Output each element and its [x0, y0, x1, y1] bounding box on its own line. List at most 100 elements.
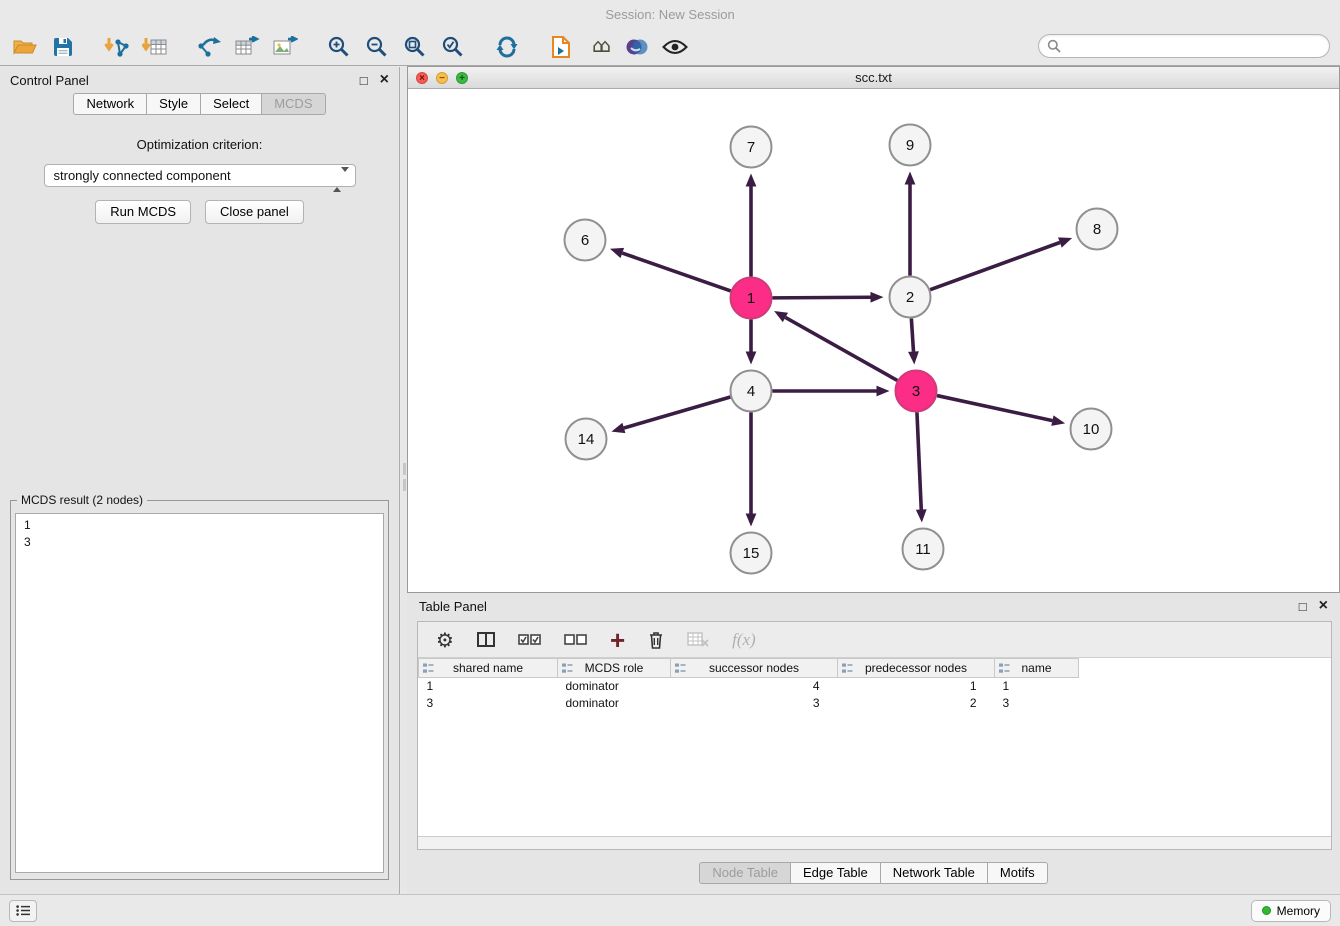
network-node-4[interactable]: 4	[731, 371, 772, 412]
table-cell[interactable]: dominator	[558, 695, 671, 712]
table-cell[interactable]: 1	[419, 678, 558, 695]
network-node-10[interactable]: 10	[1071, 409, 1112, 450]
export-table-button[interactable]	[228, 31, 266, 63]
delete-row-button[interactable]	[648, 631, 664, 649]
open-session-button[interactable]	[6, 31, 44, 63]
optimization-criterion-label: Optimization criterion:	[0, 137, 399, 152]
import-table-button[interactable]	[136, 31, 174, 63]
save-session-button[interactable]	[44, 31, 82, 63]
node-label: 8	[1093, 221, 1101, 238]
network-node-6[interactable]: 6	[565, 220, 606, 261]
table-row[interactable]: 1dominator411	[419, 678, 1332, 695]
table-cell[interactable]: 1	[838, 678, 995, 695]
search-box[interactable]	[1038, 34, 1330, 58]
network-edge-3-1[interactable]	[785, 317, 897, 380]
network-edge-4-14[interactable]	[624, 397, 730, 428]
node-label: 1	[747, 290, 755, 307]
close-panel-button[interactable]: ×	[380, 72, 389, 88]
close-panel-button-mcds[interactable]: Close panel	[205, 200, 304, 224]
table-horizontal-scrollbar[interactable]	[418, 836, 1331, 849]
network-node-9[interactable]: 9	[890, 125, 931, 166]
network-edge-2-8[interactable]	[930, 242, 1060, 289]
network-node-8[interactable]: 8	[1077, 209, 1118, 250]
optimization-criterion-select[interactable]: strongly connected component	[44, 164, 356, 187]
zoom-out-button[interactable]	[358, 31, 396, 63]
apply-preferred-layout-button[interactable]	[488, 31, 526, 63]
tab-edge-table[interactable]: Edge Table	[790, 862, 881, 884]
search-input[interactable]	[1067, 39, 1321, 54]
column-header-shared-name[interactable]: shared name	[419, 659, 558, 678]
network-canvas[interactable]: 7 9 6 8 1 2 4 3 14 10 15 11	[408, 89, 1339, 592]
table-cell[interactable]: 2	[838, 695, 995, 712]
optimization-criterion-value: strongly connected component	[54, 168, 231, 183]
zoom-selected-button[interactable]	[434, 31, 472, 63]
network-edge-3-11[interactable]	[917, 412, 921, 509]
table-cell[interactable]: 1	[995, 678, 1079, 695]
tab-network-table[interactable]: Network Table	[880, 862, 988, 884]
import-network-button[interactable]	[98, 31, 136, 63]
function-builder-button[interactable]: f(x)	[732, 630, 756, 650]
edge-arrowhead	[908, 351, 919, 364]
table-cell[interactable]: dominator	[558, 678, 671, 695]
memory-button[interactable]: Memory	[1251, 900, 1331, 922]
zoom-fit-button[interactable]	[396, 31, 434, 63]
columns-icon	[477, 632, 495, 647]
column-header-successor-nodes[interactable]: successor nodes	[671, 659, 838, 678]
float-table-panel-button[interactable]: □	[1299, 600, 1307, 613]
export-web-page-button[interactable]	[542, 31, 580, 63]
delete-table-icon	[687, 632, 709, 647]
network-node-2[interactable]: 2	[890, 277, 931, 318]
network-edge-2-3[interactable]	[911, 318, 913, 351]
column-header-name[interactable]: name	[995, 659, 1079, 678]
sort-icon	[842, 663, 853, 677]
table-cell[interactable]: 4	[671, 678, 838, 695]
folder-open-icon	[12, 37, 38, 57]
table-cell[interactable]: 3	[419, 695, 558, 712]
network-node-1[interactable]: 1	[731, 278, 772, 319]
show-hide-button[interactable]	[656, 31, 694, 63]
network-node-11[interactable]: 11	[903, 529, 944, 570]
tab-select[interactable]: Select	[200, 93, 262, 115]
add-row-button[interactable]: +	[610, 630, 625, 650]
node-label: 7	[747, 139, 755, 156]
export-image-button[interactable]	[266, 31, 304, 63]
network-node-7[interactable]: 7	[731, 127, 772, 168]
table-settings-button[interactable]: ⚙	[436, 630, 454, 650]
table-row[interactable]: 3dominator323	[419, 695, 1332, 712]
cybrowser-home-button[interactable]: ⌂⌂	[580, 31, 618, 63]
network-edge-1-2[interactable]	[772, 297, 870, 298]
table-cell-filler	[1079, 695, 1332, 712]
network-node-3[interactable]: 3	[896, 371, 937, 412]
tab-motifs[interactable]: Motifs	[987, 862, 1048, 884]
export-network-button[interactable]	[190, 31, 228, 63]
deselect-all-button[interactable]	[564, 634, 587, 646]
tab-node-table[interactable]: Node Table	[699, 862, 791, 884]
tab-network[interactable]: Network	[73, 93, 147, 115]
network-edge-1-6[interactable]	[622, 253, 730, 291]
column-header-mcds-role[interactable]: MCDS role	[558, 659, 671, 678]
tab-mcds[interactable]: MCDS	[261, 93, 325, 115]
close-table-panel-button[interactable]: ×	[1319, 598, 1328, 614]
float-panel-button[interactable]: □	[360, 74, 368, 87]
zoom-window-button[interactable]: +	[456, 72, 468, 84]
network-node-14[interactable]: 14	[566, 419, 607, 460]
task-history-button[interactable]	[9, 900, 37, 922]
run-mcds-button[interactable]: Run MCDS	[95, 200, 191, 224]
tab-style[interactable]: Style	[146, 93, 201, 115]
table-cell[interactable]: 3	[995, 695, 1079, 712]
network-window-titlebar[interactable]: × − + scc.txt	[408, 67, 1339, 89]
show-columns-button[interactable]	[477, 632, 495, 647]
column-header-predecessor-nodes[interactable]: predecessor nodes	[838, 659, 995, 678]
network-node-15[interactable]: 15	[731, 533, 772, 574]
edge-arrowhead	[746, 352, 757, 365]
table-cell[interactable]: 3	[671, 695, 838, 712]
graphics-details-button[interactable]	[618, 31, 656, 63]
zoom-in-button[interactable]	[320, 31, 358, 63]
minimize-window-button[interactable]: −	[436, 72, 448, 84]
zoom-in-icon	[328, 36, 350, 58]
mcds-result-list[interactable]: 13	[15, 513, 384, 873]
delete-table-button[interactable]	[687, 632, 709, 647]
close-window-button[interactable]: ×	[416, 72, 428, 84]
network-edge-3-10[interactable]	[937, 396, 1052, 421]
select-all-button[interactable]	[518, 634, 541, 646]
